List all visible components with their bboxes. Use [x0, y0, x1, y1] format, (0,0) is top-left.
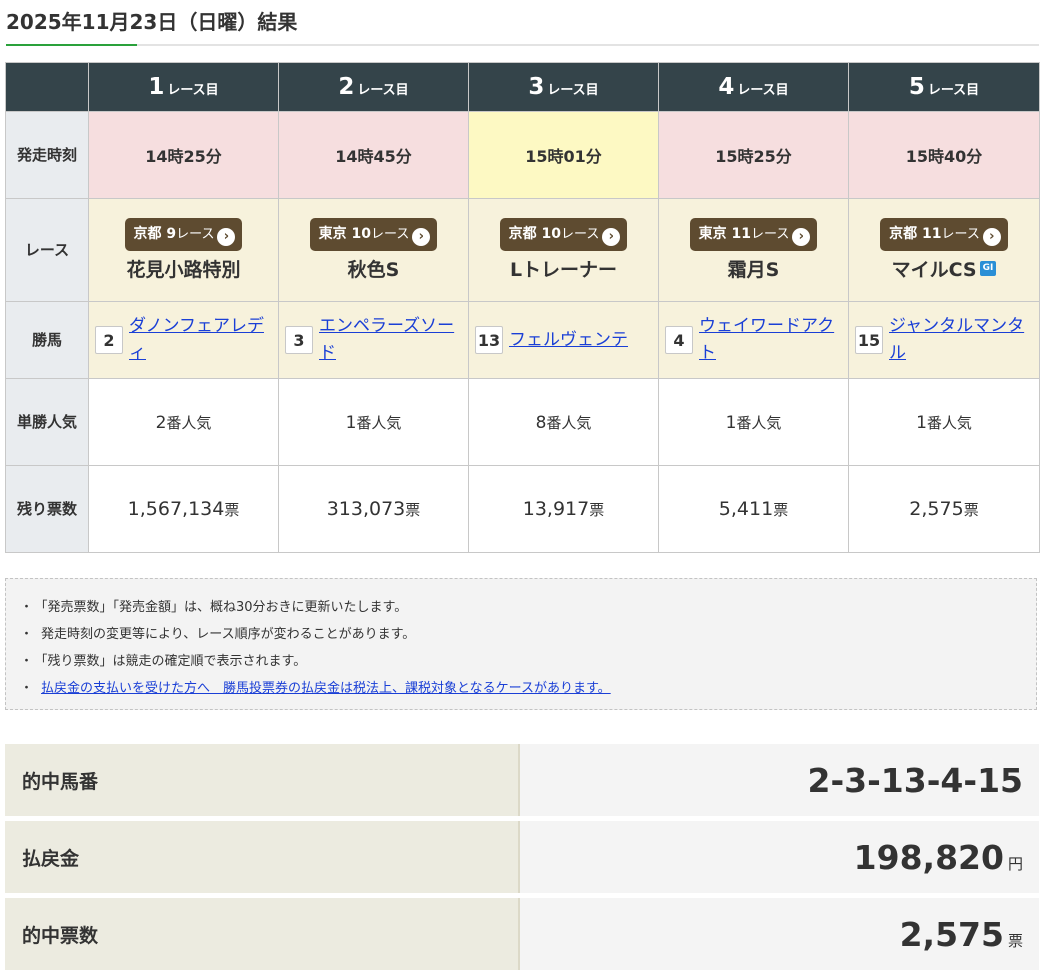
- payout-row: 払戻金 198,820 円: [5, 821, 1039, 893]
- start-time-3: 15時01分: [468, 111, 659, 199]
- race-link-button-5[interactable]: 京都 11レース ›: [880, 218, 1008, 251]
- start-time-1: 14時25分: [88, 111, 279, 199]
- title-divider: [6, 44, 1039, 46]
- race-link-button-4[interactable]: 東京 11レース ›: [689, 218, 818, 251]
- notes-box: ・「発売票数」「発売金額」は、概ね30分おきに更新いたします。 ・発走時刻の変更…: [5, 578, 1037, 710]
- winner-horse-link[interactable]: ウェイワードアクト: [699, 313, 842, 367]
- winner-cell-3: 13 フェルヴェンテ: [468, 301, 659, 379]
- chevron-right-icon: ›: [792, 228, 811, 246]
- winner-cell-5: 15 ジャンタルマンタル: [848, 301, 1040, 379]
- row-label-race: レース: [5, 198, 89, 302]
- chevron-right-icon: ›: [217, 228, 236, 246]
- notes-list: ・「発売票数」「発売金額」は、概ね30分おきに更新いたします。 ・発走時刻の変更…: [20, 594, 1036, 702]
- chevron-right-icon: ›: [602, 228, 621, 246]
- popularity-1: 2番人気: [88, 378, 279, 466]
- race-link-button-3[interactable]: 京都 10レース ›: [499, 218, 628, 251]
- remaining-votes-1: 1,567,134票: [88, 465, 279, 553]
- horse-number-badge: 13: [475, 326, 503, 354]
- note-item: ・払戻金の支払いを受けた方へ 勝馬投票券の払戻金は税法上、課税対象となるケースが…: [20, 681, 611, 696]
- horse-number-badge: 3: [285, 326, 313, 354]
- race-link-button-2[interactable]: 東京 10レース ›: [309, 218, 438, 251]
- payout-value-cell: 198,820 円: [520, 821, 1039, 893]
- remaining-votes-5: 2,575票: [848, 465, 1040, 553]
- payout-unit: 円: [1007, 854, 1023, 873]
- race-header-row: 1 レース目 2 レース目 3 レース目 4 レース目 5 レース目: [5, 62, 1040, 112]
- hit-numbers-value: 2-3-13-4-15: [807, 760, 1023, 800]
- race-header-1: 1 レース目: [88, 62, 279, 112]
- start-time-2: 14時45分: [278, 111, 469, 199]
- row-label-remaining: 残り票数: [5, 465, 89, 553]
- popularity-row: 単勝人気 2番人気 1番人気 8番人気 1番人気 1番人気: [5, 378, 1040, 466]
- popularity-4: 1番人気: [658, 378, 849, 466]
- row-label-popularity: 単勝人気: [5, 378, 89, 466]
- remaining-votes-3: 13,917票: [468, 465, 659, 553]
- popularity-5: 1番人気: [848, 378, 1040, 466]
- grade-gi-icon: GI: [979, 261, 997, 276]
- race-name-1: 花見小路特別: [126, 259, 241, 281]
- start-time-4: 15時25分: [658, 111, 849, 199]
- payout-label: 払戻金: [5, 821, 520, 893]
- title-accent-bar: [6, 44, 137, 46]
- race-cell-3: 京都 10レース › Lトレーナー: [468, 198, 659, 302]
- payout-value: 198,820: [853, 837, 1004, 877]
- hit-numbers-label: 的中馬番: [5, 744, 520, 816]
- hit-numbers-row: 的中馬番 2-3-13-4-15: [5, 744, 1039, 816]
- tax-info-link[interactable]: 払戻金の支払いを受けた方へ 勝馬投票券の払戻金は税法上、課税対象となるケースがあ…: [41, 681, 611, 696]
- note-item: ・発走時刻の変更等により、レース順序が変わることがあります。: [20, 627, 416, 642]
- winner-horse-link[interactable]: フェルヴェンテ: [509, 327, 628, 354]
- race-name-5: マイルCS GI: [849, 255, 1039, 282]
- hit-votes-value: 2,575: [899, 914, 1004, 954]
- hit-votes-label: 的中票数: [5, 898, 520, 970]
- corner-cell: [5, 62, 89, 112]
- popularity-3: 8番人気: [468, 378, 659, 466]
- note-item: ・「残り票数」は競走の確定順で表示されます。: [20, 654, 307, 669]
- race-row: レース 京都 9レース › 花見小路特別 東京 10レース › 秋色S 京都 10レ…: [5, 198, 1040, 302]
- race-cell-5: 京都 11レース › マイルCS GI: [848, 198, 1040, 302]
- winner-row: 勝馬 2 ダノンフェアレディ 3 エンペラーズソード 13 フェルヴェンテ 4 ウェイワ…: [5, 301, 1040, 379]
- chevron-right-icon: ›: [982, 228, 1001, 246]
- winner-horse-link[interactable]: ダノンフェアレディ: [129, 313, 272, 367]
- race-name-2: 秋色S: [347, 259, 400, 281]
- winner-horse-link[interactable]: ジャンタルマンタル: [889, 313, 1033, 367]
- race-name-4: 霜月S: [727, 259, 780, 281]
- winner-horse-link[interactable]: エンペラーズソード: [319, 313, 462, 367]
- start-time-row: 発走時刻 14時25分 14時45分 15時01分 15時25分 15時40分: [5, 111, 1040, 199]
- winner-cell-2: 3 エンペラーズソード: [278, 301, 469, 379]
- start-time-5: 15時40分: [848, 111, 1040, 199]
- hit-numbers-value-cell: 2-3-13-4-15: [520, 744, 1039, 816]
- remaining-votes-4: 5,411票: [658, 465, 849, 553]
- row-label-winner: 勝馬: [5, 301, 89, 379]
- race-cell-1: 京都 9レース › 花見小路特別: [88, 198, 279, 302]
- race-header-3: 3 レース目: [468, 62, 659, 112]
- page-header: 2025年11月23日（日曜）結果: [0, 0, 1043, 46]
- race-results-table: 1 レース目 2 レース目 3 レース目 4 レース目 5 レース目 発走時刻 14時25…: [5, 62, 1040, 553]
- horse-number-badge: 15: [855, 326, 883, 354]
- hit-votes-value-cell: 2,575 票: [520, 898, 1039, 970]
- note-item: ・「発売票数」「発売金額」は、概ね30分おきに更新いたします。: [20, 600, 408, 615]
- winner-cell-1: 2 ダノンフェアレディ: [88, 301, 279, 379]
- page-title: 2025年11月23日（日曜）結果: [6, 10, 298, 34]
- race-cell-4: 東京 11レース › 霜月S: [658, 198, 849, 302]
- remaining-votes-row: 残り票数 1,567,134票 313,073票 13,917票 5,411票 …: [5, 465, 1040, 553]
- remaining-votes-2: 313,073票: [278, 465, 469, 553]
- winner-cell-4: 4 ウェイワードアクト: [658, 301, 849, 379]
- horse-number-badge: 2: [95, 326, 123, 354]
- horse-number-badge: 4: [665, 326, 693, 354]
- race-header-2: 2 レース目: [278, 62, 469, 112]
- row-label-time: 発走時刻: [5, 111, 89, 199]
- hit-votes-row: 的中票数 2,575 票: [5, 898, 1039, 970]
- popularity-2: 1番人気: [278, 378, 469, 466]
- chevron-right-icon: ›: [412, 228, 431, 246]
- race-link-button-1[interactable]: 京都 9レース ›: [124, 218, 243, 251]
- hit-votes-unit: 票: [1007, 931, 1023, 950]
- race-cell-2: 東京 10レース › 秋色S: [278, 198, 469, 302]
- race-header-5: 5 レース目: [848, 62, 1040, 112]
- race-name-3: Lトレーナー: [509, 259, 618, 281]
- race-header-4: 4 レース目: [658, 62, 849, 112]
